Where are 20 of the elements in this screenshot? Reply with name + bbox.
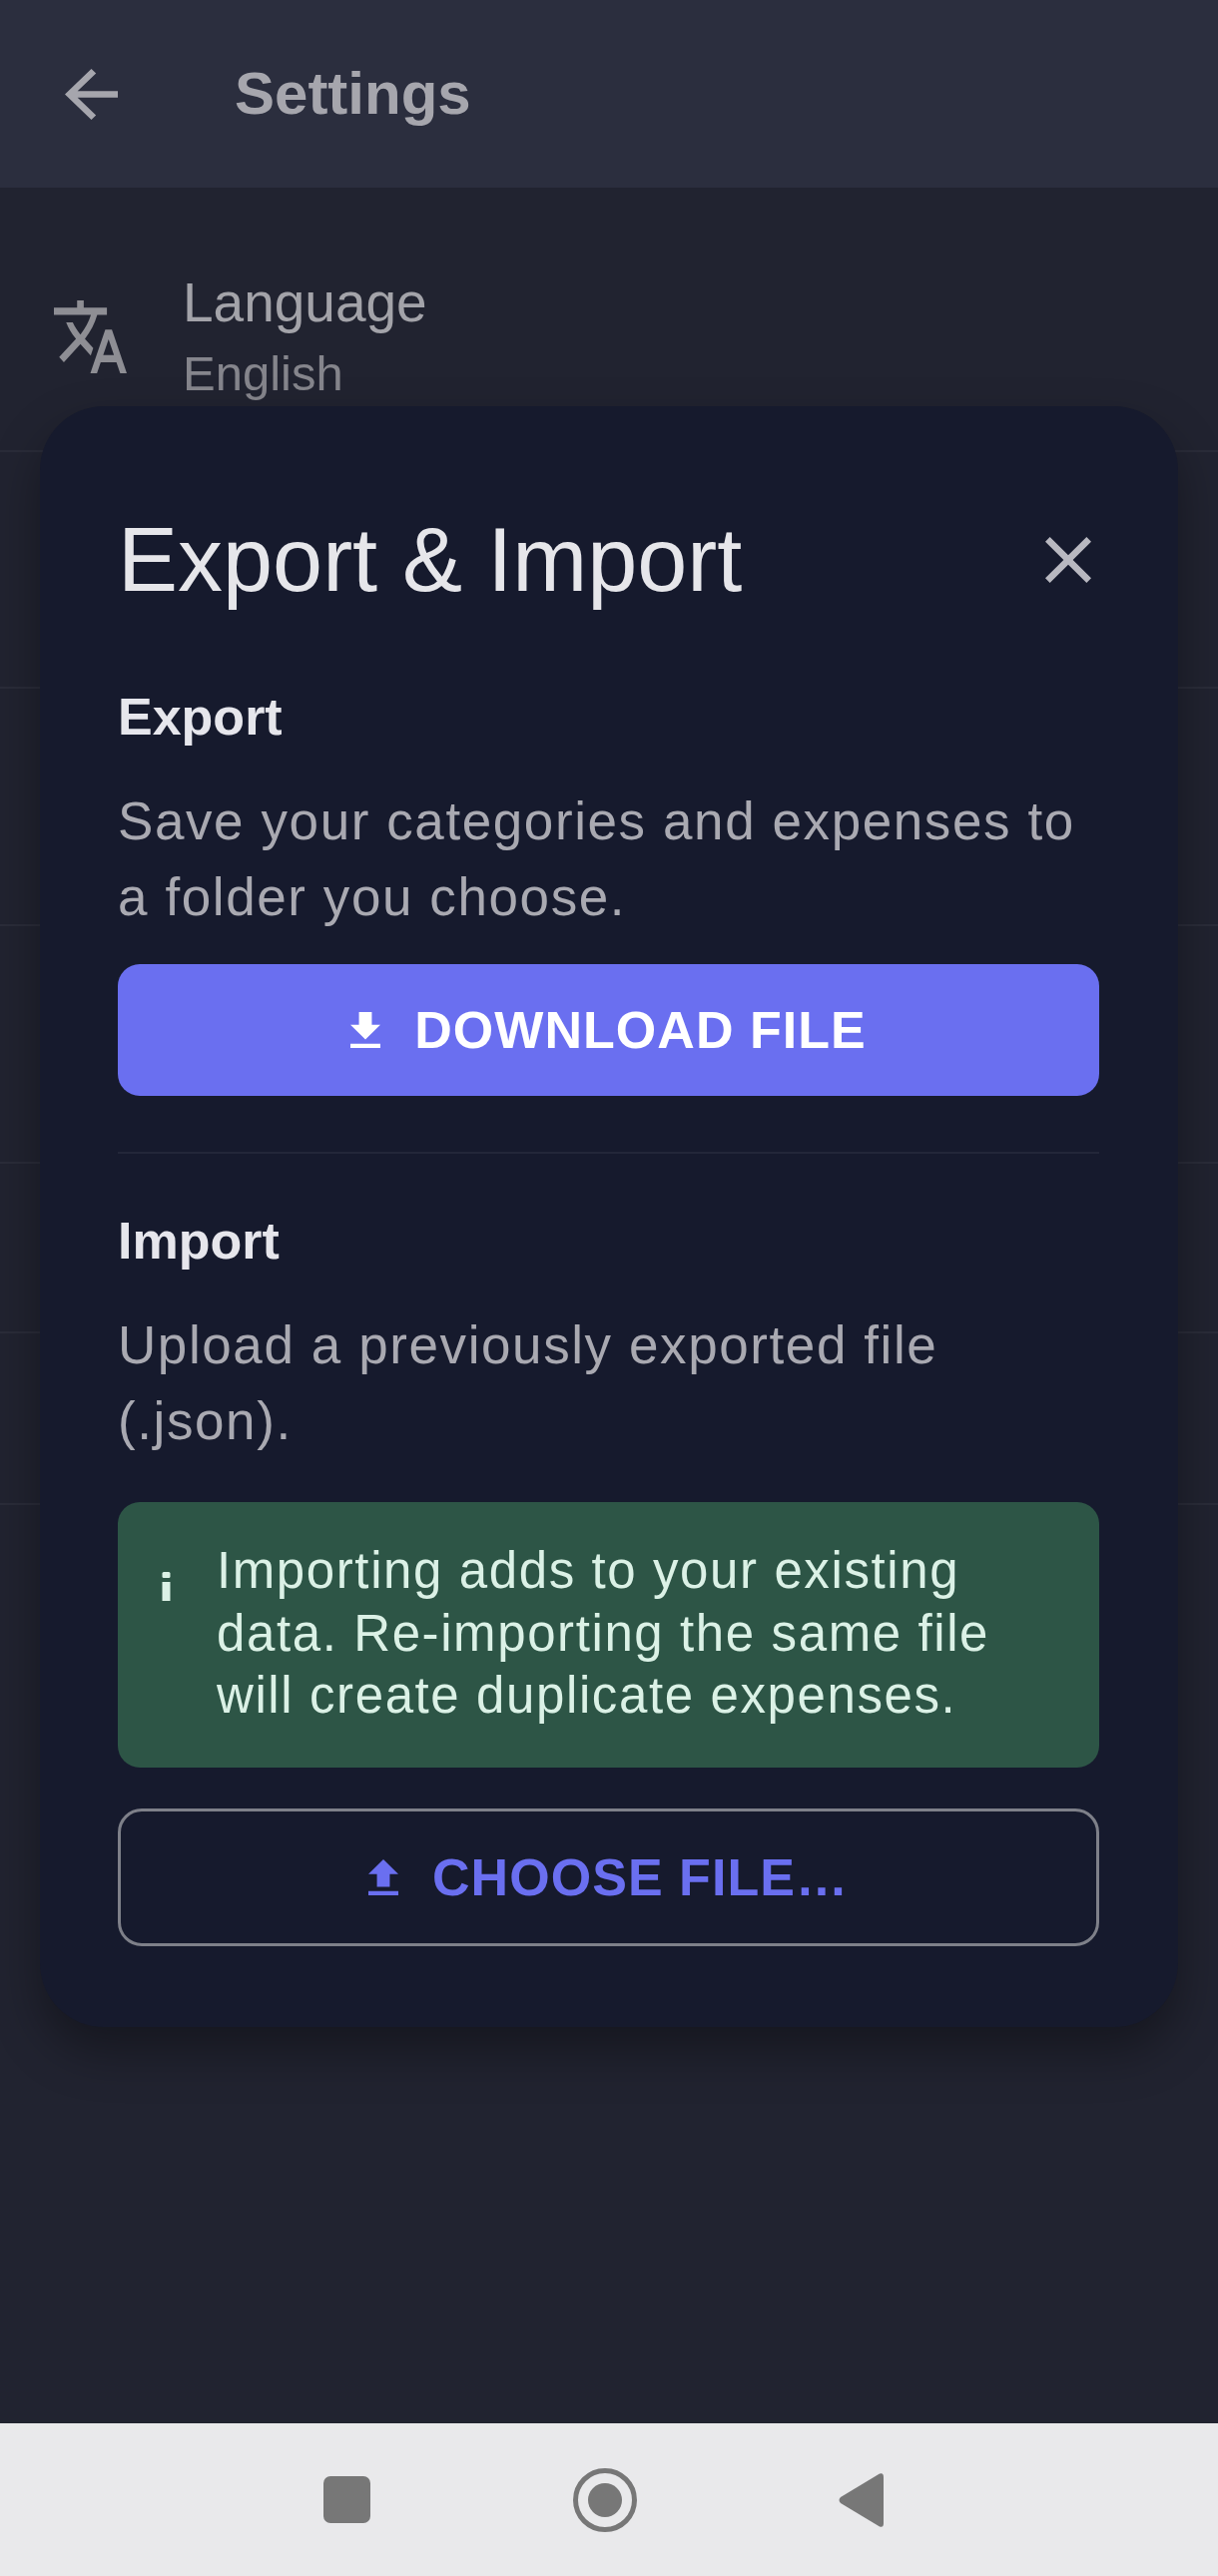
upload-icon	[368, 1858, 398, 1895]
section-description: Upload a previously exported file (.json).	[118, 1314, 939, 1452]
section-heading: Import	[118, 1211, 281, 1272]
download-icon	[350, 1012, 381, 1048]
square-icon[interactable]	[323, 2476, 370, 2523]
choose-file-button[interactable]: CHOOSE FILE…	[118, 1807, 1099, 1946]
circle-icon[interactable]	[573, 2467, 637, 2532]
triangle-icon[interactable]	[839, 2472, 884, 2527]
download-button[interactable]: DOWNLOAD FILE	[118, 964, 1099, 1096]
setting-value: English	[183, 345, 344, 402]
notice-text: Importing adds to your existing data. Re-importing the same file will create duplicate expenses.	[217, 1541, 991, 1726]
section-heading: Export	[118, 687, 284, 748]
app-bar-title: Settings	[235, 59, 471, 129]
close-icon[interactable]	[1045, 537, 1091, 583]
translate-icon	[54, 300, 127, 373]
setting-label: Language	[183, 270, 427, 335]
section-description: Save your categories and expenses to a folder you choose.	[118, 790, 1076, 928]
info-icon	[161, 1572, 172, 1601]
dialog-title: Export & Import	[118, 509, 743, 612]
back-arrow-icon[interactable]	[65, 68, 118, 120]
